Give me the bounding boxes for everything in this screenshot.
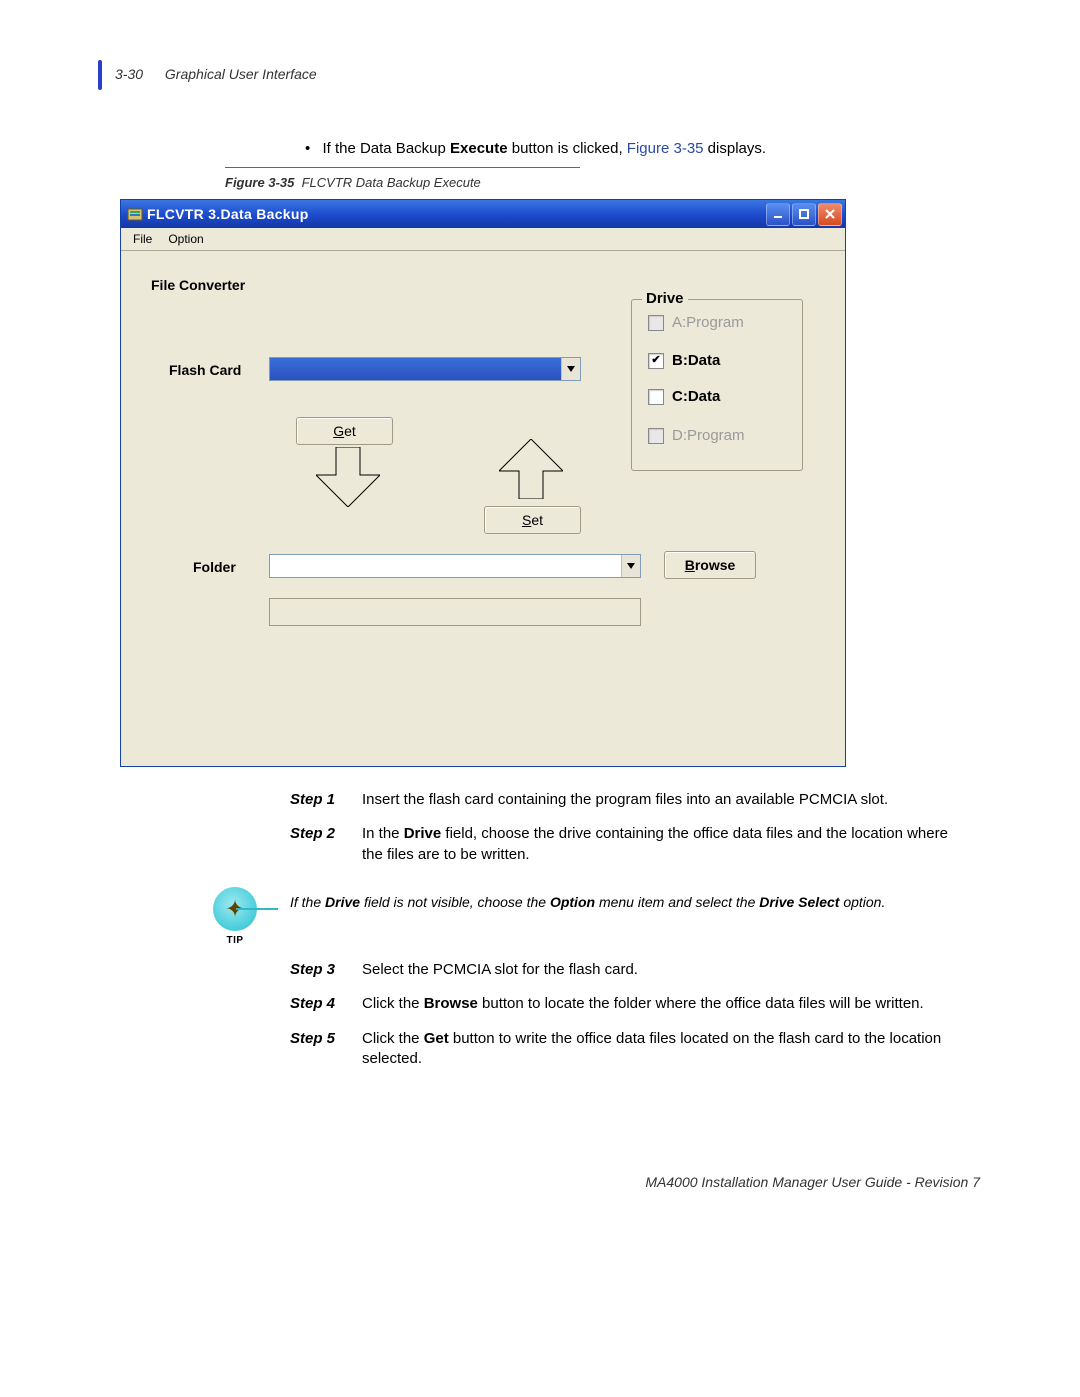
page-footer: MA4000 Installation Manager User Guide -… <box>0 1174 980 1190</box>
drive-legend: Drive <box>642 290 688 307</box>
step-row: Step 5Click the Get button to write the … <box>290 1029 970 1070</box>
figure-number: Figure 3-35 <box>225 175 294 190</box>
tip-connector <box>236 908 278 910</box>
titlebar[interactable]: FLCVTR 3.Data Backup <box>121 200 845 228</box>
get-underline: G <box>333 423 344 439</box>
step-text: In the Drive field, choose the drive con… <box>362 824 970 865</box>
checkbox-a <box>648 315 664 331</box>
status-box <box>269 598 641 626</box>
section-title: Graphical User Interface <box>165 66 317 82</box>
window-body: File Converter Flash Card Folder Get <box>121 251 845 766</box>
browse-underline: B <box>685 557 695 573</box>
get-label-rest: et <box>344 423 356 439</box>
app-window: FLCVTR 3.Data Backup File Option File Co… <box>120 199 846 767</box>
drive-group: Drive A:Program ✔ B:Data C:Data D:Progra… <box>631 299 803 471</box>
label-file-converter: File Converter <box>151 277 245 293</box>
folder-value <box>270 555 621 577</box>
arrow-down-icon <box>316 447 380 510</box>
drive-d-label: D:Program <box>672 427 745 444</box>
bullet-dot: • <box>305 140 310 157</box>
set-underline: S <box>522 512 531 528</box>
drive-option-a: A:Program <box>648 314 744 331</box>
maximize-button[interactable] <box>792 203 816 226</box>
step-row: Step 1Insert the flash card containing t… <box>290 790 970 810</box>
drive-option-d: D:Program <box>648 427 745 444</box>
close-button[interactable] <box>818 203 842 226</box>
step-label: Step 2 <box>290 824 362 865</box>
flash-card-value <box>270 358 561 380</box>
step-row: Step 3Select the PCMCIA slot for the fla… <box>290 960 970 980</box>
drive-a-label: A:Program <box>672 314 744 331</box>
tip-text: If the Drive field is not visible, choos… <box>290 893 960 912</box>
step-label: Step 4 <box>290 994 362 1014</box>
drive-option-c[interactable]: C:Data <box>648 388 720 405</box>
step-text: Click the Browse button to locate the fo… <box>362 994 970 1014</box>
menu-file[interactable]: File <box>125 230 160 248</box>
folder-dropdown[interactable] <box>269 554 641 578</box>
arrow-up-icon <box>499 439 563 502</box>
dropdown-arrow-icon[interactable] <box>561 358 580 380</box>
flash-card-dropdown[interactable] <box>269 357 581 381</box>
browse-label-rest: rowse <box>695 557 735 573</box>
figure-title: FLCVTR Data Backup Execute <box>302 175 481 190</box>
label-flash-card: Flash Card <box>169 362 241 378</box>
step-row: Step 4Click the Browse button to locate … <box>290 994 970 1014</box>
window-title: FLCVTR 3.Data Backup <box>147 206 766 222</box>
drive-b-label: B:Data <box>672 352 720 369</box>
tip-icon-block: ✦ TIP <box>195 887 275 946</box>
tip-label: TIP <box>195 935 275 946</box>
page-number: 3-30 <box>115 66 143 82</box>
step-label: Step 5 <box>290 1029 362 1070</box>
header-rule <box>98 60 102 90</box>
intro-text-2: button is clicked, <box>508 140 627 157</box>
step-label: Step 3 <box>290 960 362 980</box>
minimize-button[interactable] <box>766 203 790 226</box>
menu-option[interactable]: Option <box>160 230 211 248</box>
step-text: Insert the flash card containing the pro… <box>362 790 970 810</box>
dropdown-arrow-icon[interactable] <box>621 555 640 577</box>
figure-rule <box>225 167 580 168</box>
steps-block-2: Step 3Select the PCMCIA slot for the fla… <box>290 960 970 1083</box>
menubar: File Option <box>121 228 845 251</box>
intro-bold: Execute <box>450 140 508 157</box>
browse-button[interactable]: Browse <box>664 551 756 579</box>
figure-link[interactable]: Figure 3-35 <box>627 140 704 157</box>
set-button[interactable]: Set <box>484 506 581 534</box>
app-icon <box>127 206 143 222</box>
step-text: Select the PCMCIA slot for the flash car… <box>362 960 970 980</box>
step-row: Step 2In the Drive field, choose the dri… <box>290 824 970 865</box>
step-text: Click the Get button to write the office… <box>362 1029 970 1070</box>
get-button[interactable]: Get <box>296 417 393 445</box>
checkbox-b[interactable]: ✔ <box>648 353 664 369</box>
figure-caption: Figure 3-35 FLCVTR Data Backup Execute <box>225 175 481 190</box>
window-controls <box>766 203 842 226</box>
steps-block-1: Step 1Insert the flash card containing t… <box>290 790 970 879</box>
checkbox-d <box>648 428 664 444</box>
intro-text-3: displays. <box>704 140 767 157</box>
drive-c-label: C:Data <box>672 388 720 405</box>
checkbox-c[interactable] <box>648 389 664 405</box>
page-header: 3-30 Graphical User Interface <box>115 66 317 82</box>
intro-bullet: • If the Data Backup Execute button is c… <box>305 139 766 159</box>
drive-option-b[interactable]: ✔ B:Data <box>648 352 720 369</box>
step-label: Step 1 <box>290 790 362 810</box>
set-label-rest: et <box>531 512 543 528</box>
label-folder: Folder <box>193 559 236 575</box>
intro-text-1: If the Data Backup <box>322 140 450 157</box>
